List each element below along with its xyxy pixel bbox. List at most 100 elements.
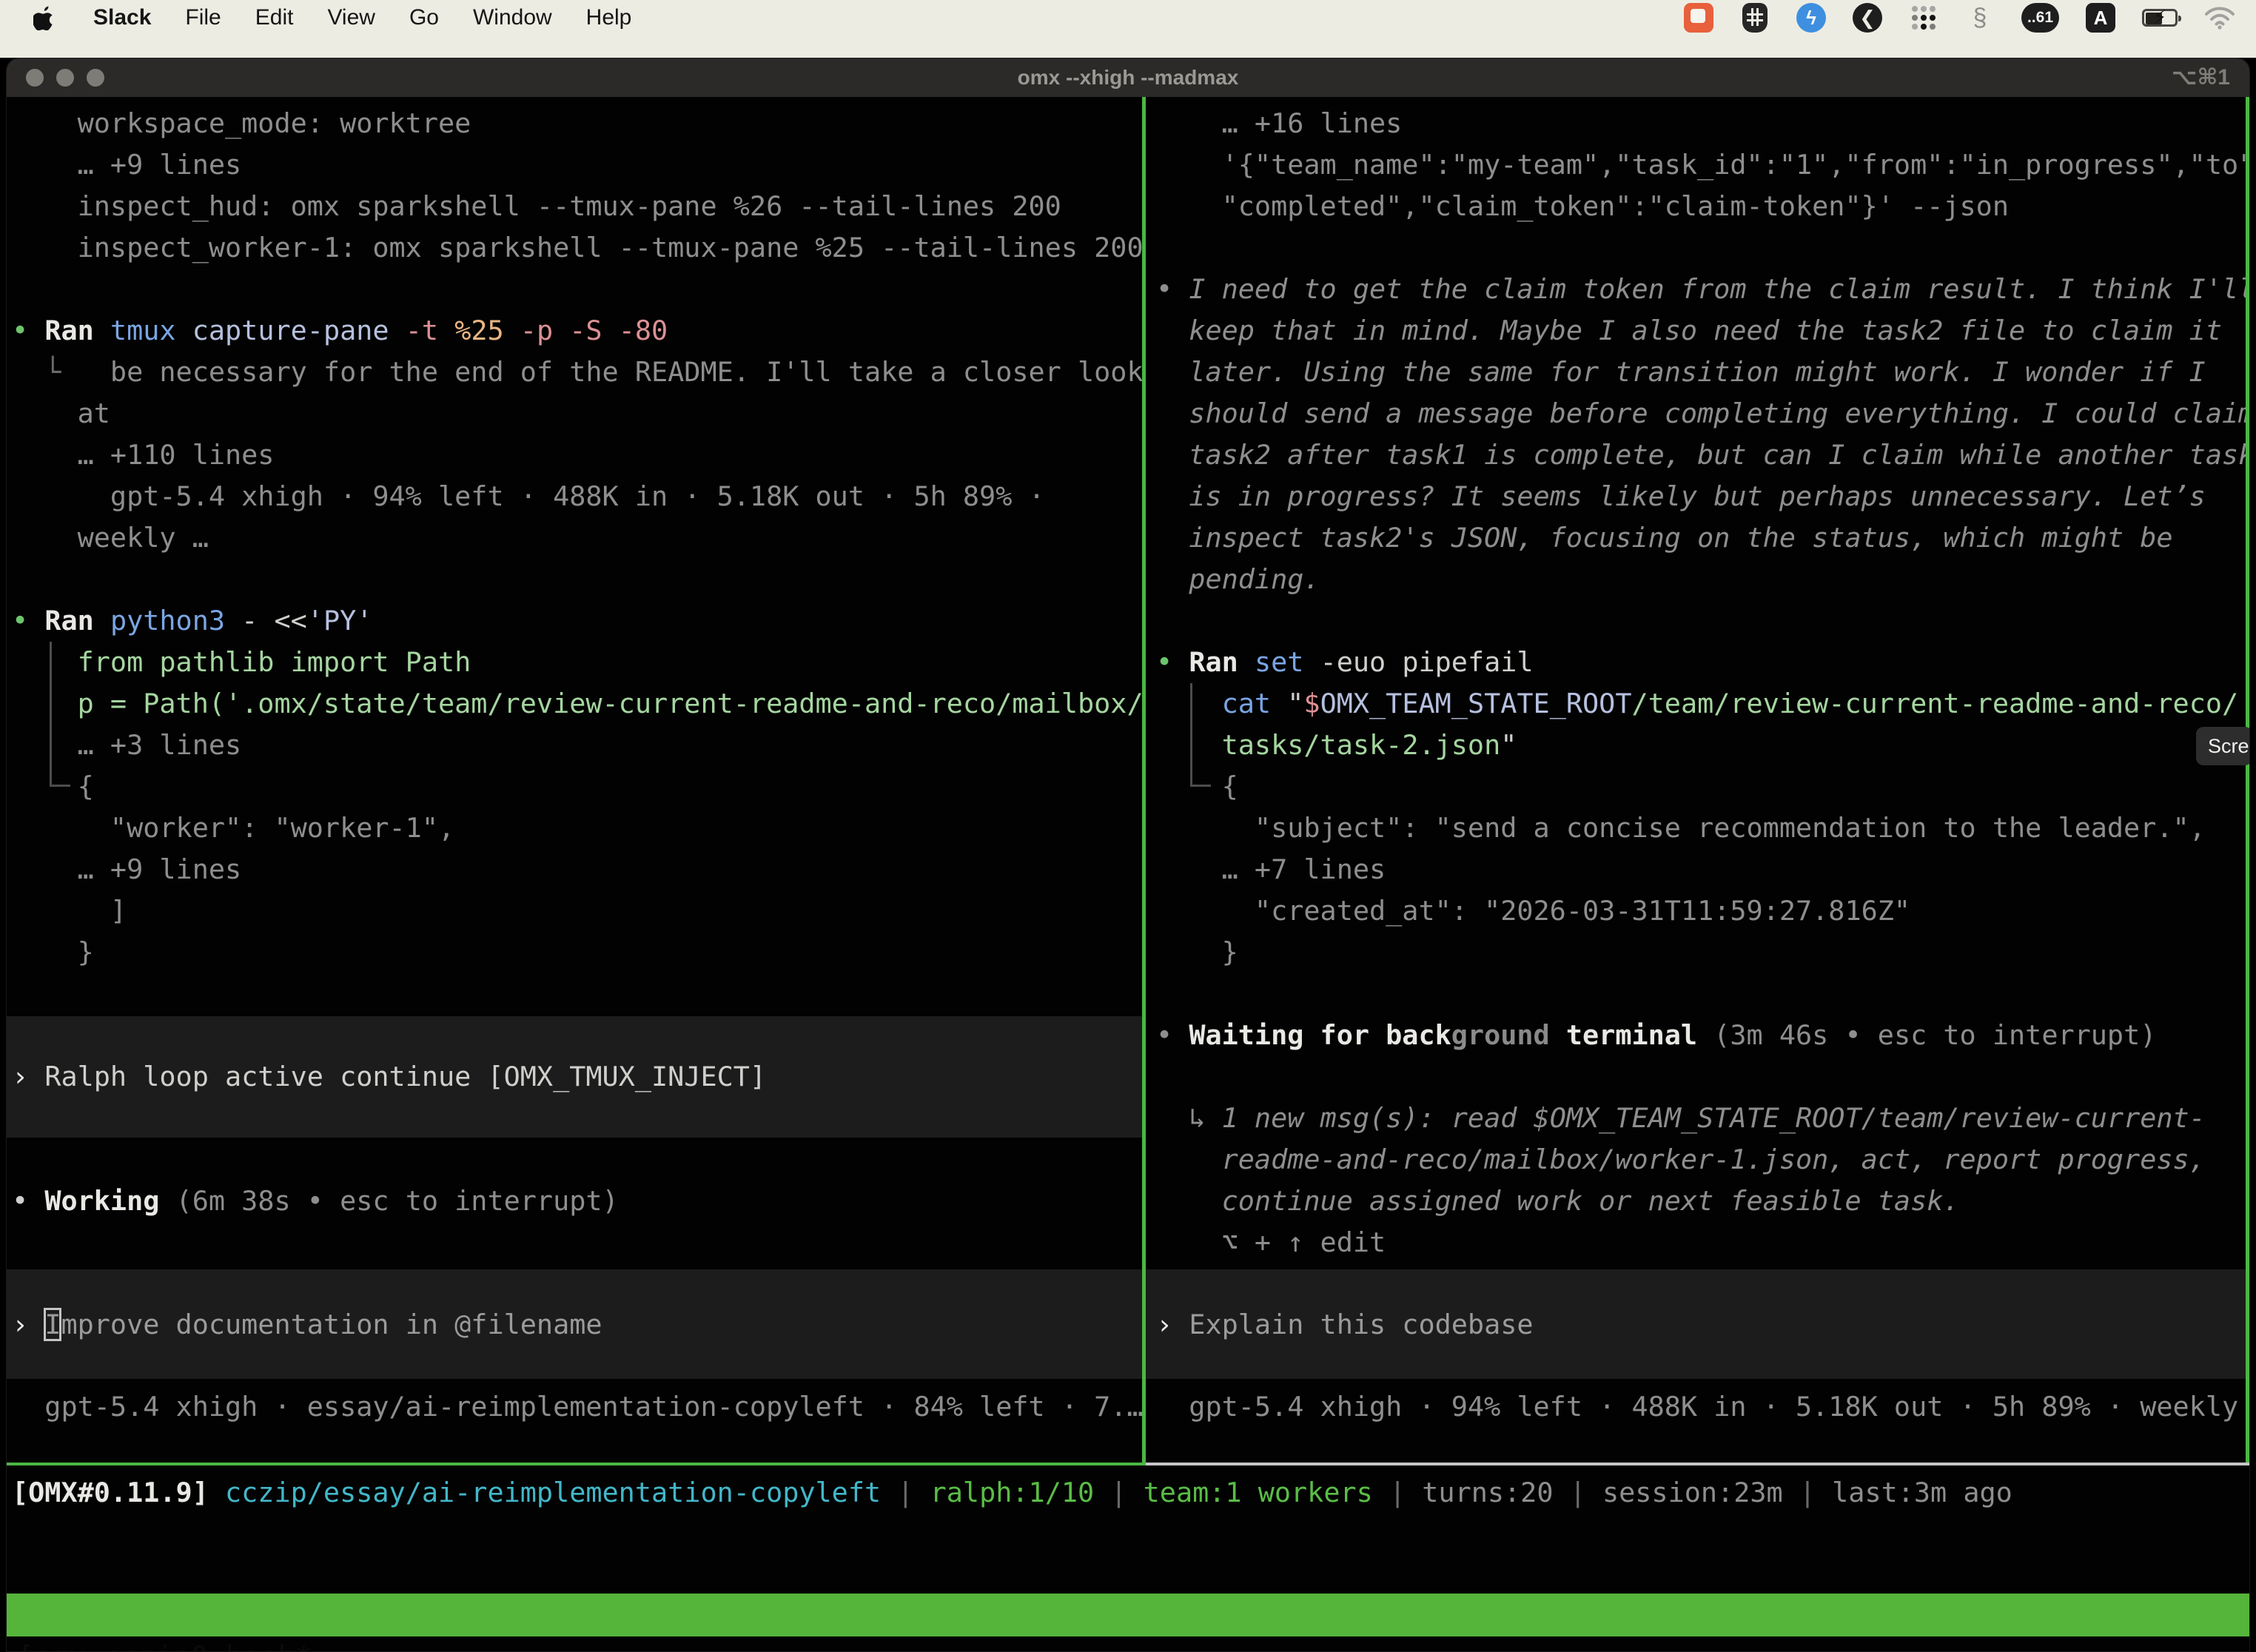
text-segment: … +110 lines — [12, 439, 274, 471]
squiggle-icon[interactable]: § — [1965, 2, 1995, 33]
menu-item-view[interactable]: View — [327, 5, 375, 30]
left-pane: workspace_mode: worktree … +9 lines insp… — [12, 97, 1142, 1463]
right-pane: … +16 lines '{"team_name":"my-team","tas… — [1156, 97, 2249, 1463]
apple-menu-icon[interactable] — [30, 2, 59, 33]
text-segment: /team/review-current-readme-and-reco/ — [1631, 688, 2238, 719]
terminal-line: '{"team_name":"my-team","task_id":"1","f… — [1156, 144, 2249, 186]
text-segment: … +7 lines — [1156, 853, 1386, 885]
tmux-status-bar: [omx-cczip0:bash* "MacBook-Pro-44.local"… — [7, 1594, 2249, 1636]
text-segment: | — [1373, 1477, 1422, 1508]
terminal-line: … +3 lines — [12, 725, 241, 766]
menu-item-file[interactable]: File — [185, 5, 221, 30]
text-segment: ground — [1451, 1019, 1550, 1051]
text-segment: cczip/essay/ai-reimplementation-copyleft — [225, 1477, 881, 1508]
terminal-line: is in progress? It seems likely but perh… — [1156, 476, 2206, 517]
text-segment: { — [1156, 770, 1238, 802]
macos-menu-bar: Slack File Edit View Go Window Help ϟ ❮ § ..6… — [0, 0, 2256, 36]
text-segment: … +9 lines — [12, 149, 241, 181]
terminal-line: "worker": "worker-1", — [12, 807, 454, 849]
terminal-line: • Working (6m 38s • esc to interrupt) — [12, 1181, 619, 1222]
terminal-content[interactable]: workspace_mode: worktree … +9 lines insp… — [7, 97, 2249, 1651]
terminal-line: task2 after task1 is complete, but can I… — [1156, 434, 2249, 476]
wifi-icon[interactable] — [2204, 2, 2235, 33]
menu-item-help[interactable]: Help — [586, 5, 632, 30]
text-segment: turns:20 — [1422, 1477, 1553, 1508]
terminal-line: continue assigned work or next feasible … — [1156, 1181, 1960, 1222]
terminal-line: weekly … — [12, 517, 209, 559]
menu-items-container: File Edit View Go Window Help — [185, 5, 631, 30]
terminal-line: … +9 lines — [12, 144, 241, 186]
text-segment: python3 — [110, 605, 241, 637]
text-segment: I need to get the claim token from the c… — [1189, 273, 2249, 305]
text-segment: task2 after task1 is complete, but can I… — [1156, 439, 2249, 471]
text-segment: Ralph loop active continue [OMX_TMUX_INJ… — [44, 1061, 766, 1092]
terminal-line: keep that in mind. Maybe I also need the… — [1156, 310, 2222, 352]
dots-grid-icon[interactable] — [1909, 2, 1938, 33]
text-segment: 1 new msg(s): read $OMX_TEAM_STATE_ROOT/… — [1222, 1102, 2206, 1134]
terminal-line: workspace_mode: worktree — [12, 103, 471, 144]
terminal-line: pending. — [1156, 559, 1320, 600]
terminal-line: inspect task2's JSON, focusing on the st… — [1156, 517, 2173, 559]
text-segment: … +9 lines — [12, 853, 241, 885]
text-segment: keep that in mind. Maybe I also need the… — [1156, 315, 2222, 346]
menu-bar-left: Slack File Edit View Go Window Help — [0, 2, 631, 33]
battery-icon[interactable]: ⚡ — [2142, 2, 2178, 33]
shield-grid-icon[interactable] — [1740, 2, 1770, 33]
text-segment: • — [1156, 646, 1189, 678]
text-segment: … +16 lines — [1156, 107, 1402, 139]
text-segment: ralph:1/10 — [930, 1477, 1095, 1508]
desktop-background: Slack File Edit View Go Window Help ϟ ❮ § ..6… — [0, 0, 2256, 58]
terminal-line: p = Path('.omx/state/team/review-current… — [12, 683, 1142, 725]
input-source-icon[interactable]: A — [2086, 2, 2115, 33]
text-segment: " — [1500, 729, 1517, 761]
text-segment: └ — [12, 356, 110, 388]
text-segment: -t — [406, 315, 454, 346]
text-segment: "subject": "send a concise recommendatio… — [1156, 812, 2206, 844]
text-segment: $ — [1303, 688, 1320, 719]
screen-share-overlay[interactable]: Scre — [2196, 727, 2250, 765]
menu-item-go[interactable]: Go — [409, 5, 439, 30]
text-segment: } — [12, 936, 94, 968]
window-right-border — [2246, 97, 2249, 1465]
terminal-line: } — [1156, 932, 1238, 973]
text-segment — [1156, 688, 1222, 719]
menu-item-window[interactable]: Window — [473, 5, 552, 30]
badge-61-icon[interactable]: ..61 — [2021, 2, 2059, 33]
menu-item-edit[interactable]: Edit — [255, 5, 294, 30]
screen-share-overlay-label: Scre — [2208, 735, 2249, 758]
chat-app-icon[interactable] — [1684, 2, 1713, 33]
window-title-bar[interactable]: omx --xhigh --madmax ⌥⌘1 — [7, 58, 2249, 97]
text-segment: tmux — [110, 315, 192, 346]
terminal-line: ↳ 1 new msg(s): read $OMX_TEAM_STATE_ROO… — [1156, 1098, 2206, 1139]
text-segment: readme-and-reco/mailbox/worker-1.json, a… — [1156, 1144, 2206, 1175]
text-segment: tasks/task-2.json — [1222, 729, 1501, 761]
text-segment: set — [1255, 646, 1320, 678]
text-segment: 'PY' — [307, 605, 373, 637]
terminal-line: later. Using the same for transition mig… — [1156, 352, 2206, 393]
blue-badge-icon[interactable]: ϟ — [1796, 2, 1826, 33]
text-segment: ⌥ + ↑ edit — [1156, 1226, 1386, 1258]
text-segment: inspect_hud: omx sparkshell --tmux-pane … — [12, 190, 1061, 222]
terminal-line: ⌥ + ↑ edit — [1156, 1222, 1386, 1263]
terminal-line: • I need to get the claim token from the… — [1156, 269, 2249, 310]
dark-circle-icon[interactable]: ❮ — [1853, 2, 1882, 33]
active-app-name[interactable]: Slack — [93, 5, 151, 30]
text-segment: (3m 46s • esc to interrupt) — [1713, 1019, 2156, 1051]
text-segment: capture-pane — [192, 315, 406, 346]
right-pane-bottom-border — [1146, 1463, 2249, 1465]
text-segment: • — [1156, 273, 1189, 305]
text-segment: should send a message before completing … — [1156, 397, 2249, 429]
text-segment: workspace_mode: worktree — [12, 107, 471, 139]
pane-divider[interactable] — [1142, 97, 1146, 1465]
text-segment: inspect_worker-1: omx sparkshell --tmux-… — [12, 232, 1142, 263]
terminal-line: at — [12, 393, 110, 434]
tmux-session-label: [omx-cczip0:bash* — [17, 1636, 312, 1652]
text-segment: " — [1287, 688, 1303, 719]
terminal-line: tasks/task-2.json" — [1156, 725, 1517, 766]
terminal-line: … +110 lines — [12, 434, 274, 476]
text-segment: terminal — [1550, 1019, 1714, 1051]
text-segment: '{"team_name":"my-team","task_id":"1","f… — [1156, 149, 2249, 181]
text-segment: • — [1156, 1019, 1189, 1051]
text-segment: | — [881, 1477, 930, 1508]
window-title: omx --xhigh --madmax — [7, 58, 2249, 97]
